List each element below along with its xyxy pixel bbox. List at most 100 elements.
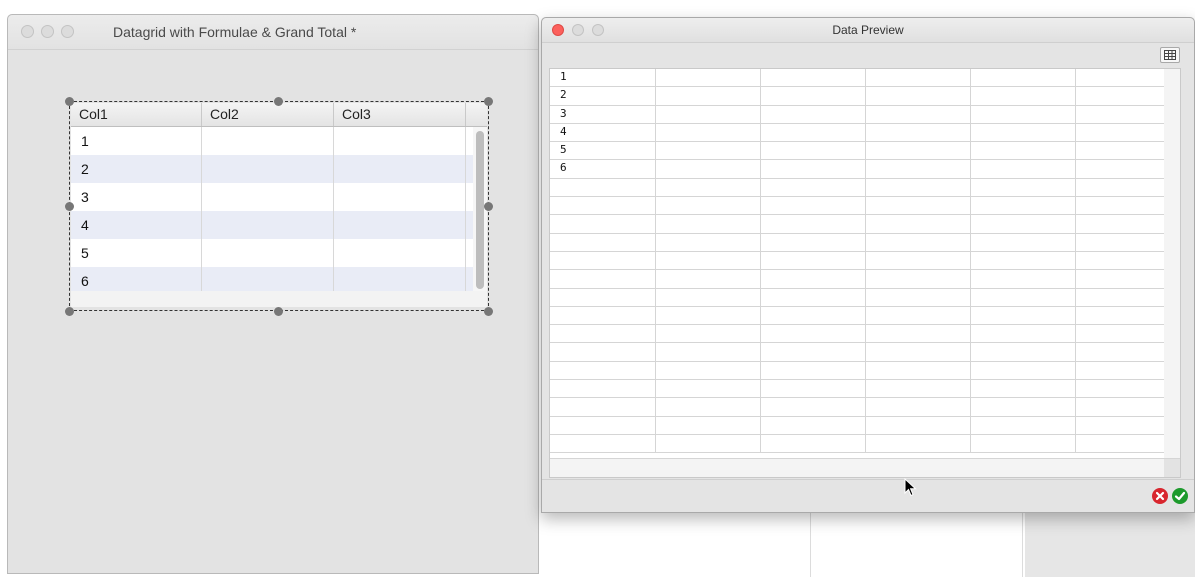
preview-row[interactable]	[550, 380, 1180, 399]
preview-cell[interactable]	[971, 416, 1076, 434]
preview-cell[interactable]	[761, 343, 866, 361]
preview-cell[interactable]	[656, 434, 761, 453]
preview-cell[interactable]	[866, 87, 971, 105]
preview-cell[interactable]	[550, 434, 656, 453]
preview-cell[interactable]	[971, 87, 1076, 105]
preview-cell[interactable]	[550, 398, 656, 416]
preview-cell[interactable]	[971, 398, 1076, 416]
preview-cell[interactable]	[971, 361, 1076, 380]
preview-row[interactable]	[550, 343, 1180, 362]
confirm-button[interactable]	[1172, 488, 1188, 504]
preview-cell[interactable]	[761, 288, 866, 306]
preview-cell[interactable]	[656, 361, 761, 380]
preview-cell[interactable]	[866, 398, 971, 416]
window-titlebar[interactable]: Datagrid with Formulae & Grand Total *	[8, 15, 538, 50]
preview-cell[interactable]	[656, 398, 761, 416]
preview-cell[interactable]	[656, 325, 761, 343]
preview-cell[interactable]	[656, 178, 761, 197]
preview-cell[interactable]	[656, 288, 761, 306]
preview-cell[interactable]	[761, 380, 866, 398]
preview-row[interactable]: 3	[550, 105, 1180, 124]
preview-cell[interactable]	[971, 233, 1076, 251]
preview-cell[interactable]	[971, 380, 1076, 398]
preview-cell[interactable]	[1076, 197, 1165, 215]
preview-row[interactable]	[550, 361, 1180, 381]
preview-cell[interactable]	[866, 380, 971, 398]
preview-cell[interactable]	[656, 142, 761, 160]
preview-cell[interactable]	[1076, 325, 1165, 343]
resize-handle[interactable]	[65, 307, 74, 316]
preview-cell[interactable]: 4	[550, 123, 656, 142]
preview-cell[interactable]	[1076, 398, 1165, 416]
preview-row[interactable]	[550, 270, 1180, 289]
preview-cell[interactable]	[971, 105, 1076, 123]
preview-cell[interactable]	[761, 142, 866, 160]
preview-cell[interactable]	[971, 288, 1076, 306]
preview-cell[interactable]	[866, 197, 971, 215]
preview-cell[interactable]	[866, 343, 971, 361]
preview-cell[interactable]	[971, 160, 1076, 178]
resize-handle[interactable]	[65, 202, 74, 211]
preview-cell[interactable]	[550, 306, 656, 325]
preview-cell[interactable]	[1076, 270, 1165, 288]
preview-row[interactable]	[550, 251, 1180, 271]
preview-cell[interactable]	[761, 361, 866, 380]
preview-cell[interactable]	[971, 251, 1076, 270]
resize-handle[interactable]	[65, 97, 74, 106]
preview-row[interactable]	[550, 306, 1180, 326]
preview-cell[interactable]	[866, 233, 971, 251]
preview-cell[interactable]	[971, 343, 1076, 361]
preview-cell[interactable]	[550, 178, 656, 197]
resize-handle[interactable]	[274, 307, 283, 316]
preview-row[interactable]	[550, 434, 1180, 454]
preview-cell[interactable]	[866, 416, 971, 434]
preview-row[interactable]	[550, 178, 1180, 198]
zoom-button[interactable]	[61, 25, 74, 38]
resize-handle[interactable]	[274, 97, 283, 106]
preview-cell[interactable]: 6	[550, 160, 656, 178]
preview-cell[interactable]	[1076, 434, 1165, 453]
resize-handle[interactable]	[484, 202, 493, 211]
preview-cell[interactable]	[761, 197, 866, 215]
preview-cell[interactable]	[866, 270, 971, 288]
preview-cell[interactable]	[971, 69, 1076, 87]
preview-row[interactable]	[550, 416, 1180, 435]
preview-cell[interactable]	[761, 215, 866, 233]
preview-cell[interactable]	[866, 69, 971, 87]
table-view-button[interactable]	[1160, 47, 1180, 63]
preview-row[interactable]: 1	[550, 69, 1180, 88]
preview-cell[interactable]	[971, 215, 1076, 233]
preview-cell[interactable]	[971, 197, 1076, 215]
preview-cell[interactable]	[761, 398, 866, 416]
preview-cell[interactable]	[1076, 306, 1165, 325]
preview-cell[interactable]	[656, 416, 761, 434]
preview-cell[interactable]	[656, 380, 761, 398]
preview-cell[interactable]	[866, 251, 971, 270]
preview-cell[interactable]	[761, 270, 866, 288]
preview-cell[interactable]	[866, 142, 971, 160]
preview-cell[interactable]	[761, 416, 866, 434]
cancel-button[interactable]	[1152, 488, 1168, 504]
preview-cell[interactable]	[761, 105, 866, 123]
preview-cell[interactable]	[1076, 123, 1165, 142]
preview-cell[interactable]	[550, 380, 656, 398]
resize-handle[interactable]	[484, 97, 493, 106]
preview-cell[interactable]	[971, 178, 1076, 197]
preview-cell[interactable]: 1	[550, 69, 656, 87]
preview-cell[interactable]	[656, 105, 761, 123]
preview-cell[interactable]: 5	[550, 142, 656, 160]
preview-cell[interactable]	[1076, 380, 1165, 398]
preview-cell[interactable]	[866, 306, 971, 325]
preview-cell[interactable]	[866, 160, 971, 178]
preview-cell[interactable]	[1076, 87, 1165, 105]
preview-cell[interactable]	[971, 325, 1076, 343]
preview-cell[interactable]	[550, 197, 656, 215]
preview-cell[interactable]	[656, 160, 761, 178]
preview-cell[interactable]	[1076, 142, 1165, 160]
preview-row[interactable]: 5	[550, 142, 1180, 161]
preview-cell[interactable]	[656, 197, 761, 215]
preview-table[interactable]: 123456	[549, 68, 1181, 478]
preview-cell[interactable]	[866, 215, 971, 233]
preview-cell[interactable]	[866, 178, 971, 197]
preview-row[interactable]	[550, 197, 1180, 216]
